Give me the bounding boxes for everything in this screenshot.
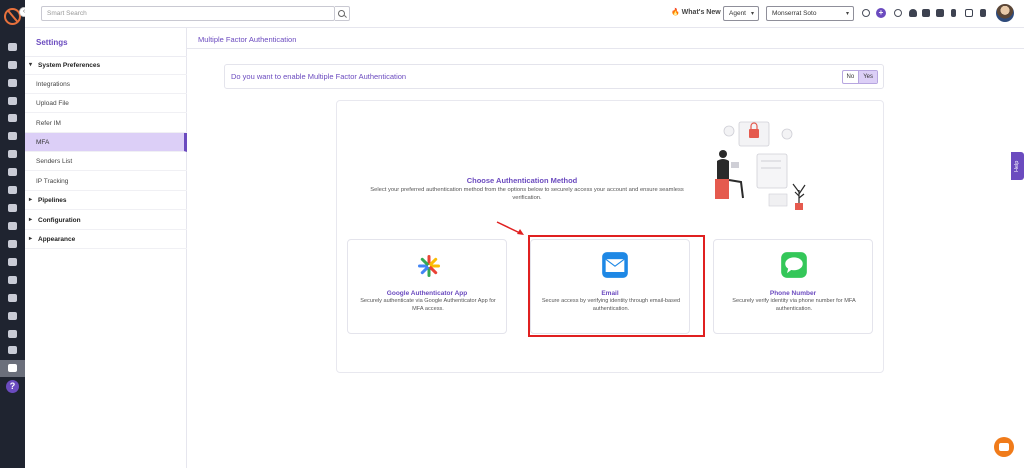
mfa-question: Do you want to enable Multiple Factor Au… <box>231 72 407 81</box>
line-chart-icon[interactable] <box>8 330 17 338</box>
search-input[interactable]: Smart Search <box>41 6 335 21</box>
help-circle-icon[interactable]: ? <box>6 380 19 393</box>
method-name: Phone Number <box>769 290 817 297</box>
whats-new-link[interactable]: 🔥 What's New <box>671 8 721 16</box>
contacts-icon[interactable] <box>8 79 17 87</box>
settings-sidebar: Settings System Preferences Integrations… <box>25 28 187 468</box>
list-icon[interactable] <box>8 132 17 140</box>
mfa-toggle[interactable]: No Yes <box>841 70 878 84</box>
user-select-value: Monserrat Soto <box>772 10 817 17</box>
phone-icon[interactable] <box>951 9 956 17</box>
toggle-no-button[interactable]: No <box>843 71 859 83</box>
sidebar-group-configuration[interactable]: Configuration <box>25 211 187 230</box>
folder-icon[interactable] <box>8 240 17 248</box>
video-icon[interactable] <box>936 9 944 17</box>
whats-new-label: What's New <box>681 9 721 16</box>
sidebar-group-appearance[interactable]: Appearance <box>25 230 187 249</box>
dashboard-icon[interactable] <box>8 61 17 69</box>
security-illustration <box>715 121 806 210</box>
add-icon[interactable]: + <box>876 8 886 18</box>
app-window: ‹ ? Smart Search 🔥 What's New Agent ▾ Mo… <box>0 0 1024 468</box>
sidebar-group-system-preferences[interactable]: System Preferences <box>25 56 187 75</box>
calendar-icon[interactable] <box>8 150 17 158</box>
envelope-icon[interactable] <box>8 294 17 302</box>
choose-method-title: Choose Authentication Method <box>466 176 578 185</box>
toggle-yes-button[interactable]: Yes <box>858 71 877 83</box>
history-icon[interactable] <box>8 258 17 266</box>
method-description: Securely authenticate via Google Authent… <box>360 298 496 312</box>
google-authenticator-icon <box>418 255 440 277</box>
trend-icon[interactable] <box>8 346 17 354</box>
avatar[interactable] <box>996 4 1014 22</box>
chat-launcher-icon[interactable] <box>994 437 1014 457</box>
message-icon <box>781 252 807 278</box>
gear-icon[interactable] <box>8 364 17 372</box>
sidebar-item-refer-im[interactable]: Refer IM <box>25 114 187 133</box>
sidebar-title: Settings <box>36 38 68 47</box>
document-icon[interactable] <box>8 204 17 212</box>
method-description: Securely verify identity via phone numbe… <box>732 298 856 312</box>
sidebar-item-mfa[interactable]: MFA <box>25 133 187 152</box>
chat-icon[interactable] <box>922 9 930 17</box>
role-select-value: Agent <box>729 10 746 17</box>
bar-chart-icon[interactable] <box>8 222 17 230</box>
help-side-tab[interactable]: Help <box>1011 152 1024 180</box>
annotation-arrow-icon <box>496 221 524 235</box>
page-title: Multiple Factor Authentication <box>187 28 1024 49</box>
chip-icon[interactable] <box>965 9 973 17</box>
method-card-phone-number[interactable]: Phone Number Securely verify identity vi… <box>713 239 873 334</box>
search-icon[interactable] <box>335 6 350 21</box>
chevron-down-icon: ▾ <box>750 11 754 17</box>
bell-icon[interactable] <box>909 9 917 17</box>
icon-rail: ‹ ? <box>0 0 29 468</box>
sidebar-group-pipelines[interactable]: Pipelines <box>25 191 187 210</box>
role-select[interactable]: Agent ▾ <box>723 6 759 21</box>
top-bar: Smart Search 🔥 What's New Agent ▾ Monser… <box>25 0 1024 28</box>
chevron-down-icon: ▾ <box>845 11 849 17</box>
clock-icon[interactable] <box>894 9 902 17</box>
method-card-google-authenticator[interactable]: Google Authenticator App Securely authen… <box>347 239 507 334</box>
calendar-2-icon[interactable] <box>8 276 17 284</box>
mobile-icon[interactable] <box>980 9 986 17</box>
refresh-icon[interactable] <box>862 9 870 17</box>
bank-icon[interactable] <box>8 114 17 122</box>
mfa-enable-row: Do you want to enable Multiple Factor Au… <box>224 64 884 89</box>
workflow-icon[interactable] <box>8 312 17 320</box>
user-select[interactable]: Monserrat Soto ▾ <box>766 6 854 21</box>
conversations-icon[interactable] <box>8 97 17 105</box>
rocket-icon[interactable] <box>8 43 17 51</box>
megaphone-icon[interactable] <box>8 186 17 194</box>
email-highlight-box <box>528 235 705 337</box>
sidebar-item-ip-tracking[interactable]: IP Tracking <box>25 172 187 191</box>
choose-method-subtitle: Select your preferred authentication met… <box>370 187 684 201</box>
filter-icon[interactable] <box>8 168 17 176</box>
method-name: Google Authenticator App <box>386 290 468 297</box>
sidebar-item-integrations[interactable]: Integrations <box>25 75 187 94</box>
fire-icon: 🔥 <box>671 9 680 16</box>
sidebar-item-upload-file[interactable]: Upload File <box>25 94 187 113</box>
sidebar-item-senders-list[interactable]: Senders List <box>25 152 187 171</box>
